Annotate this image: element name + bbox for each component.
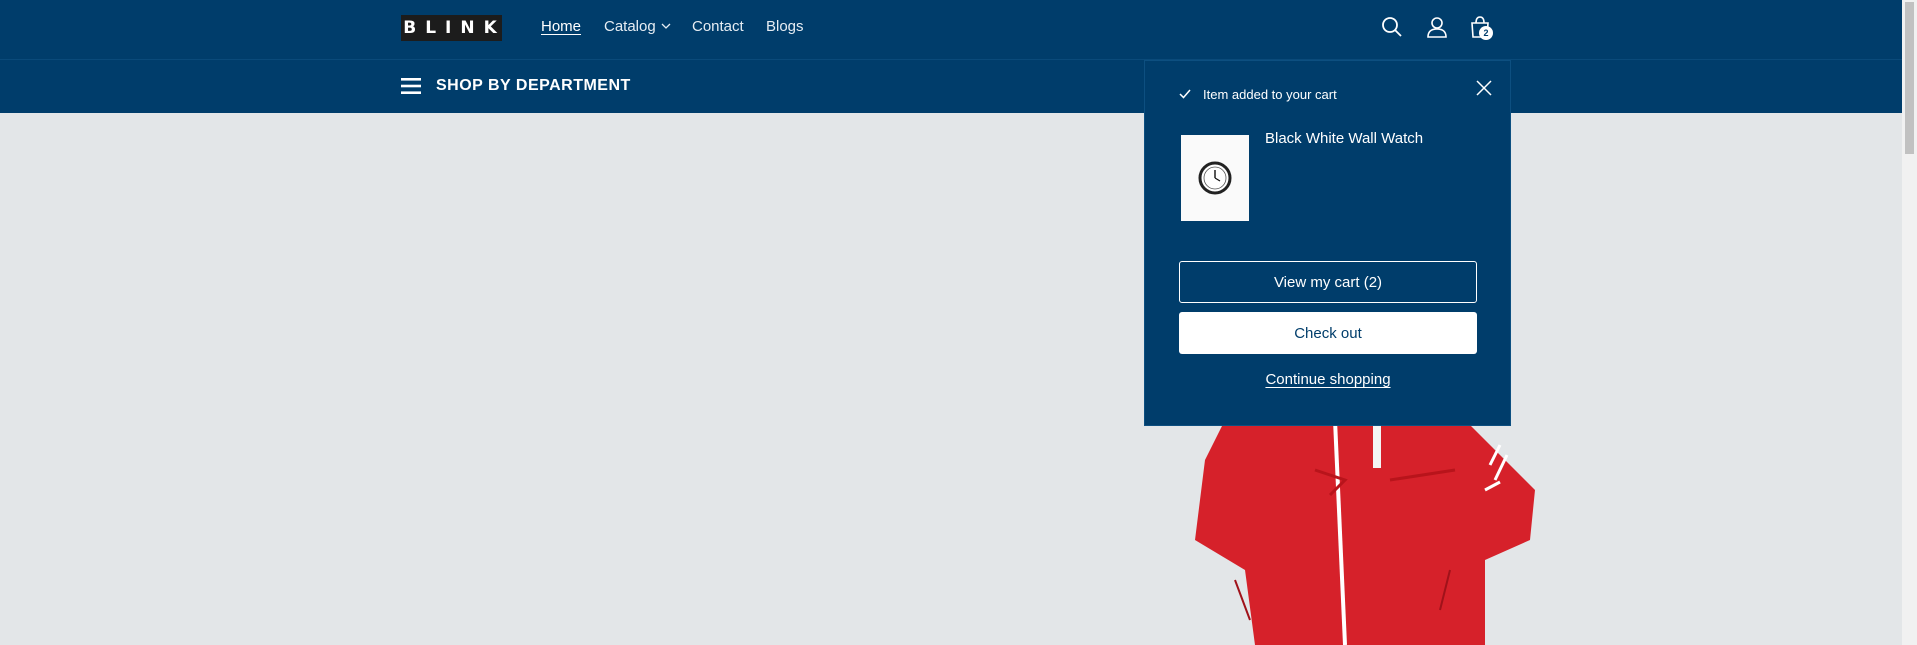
nav-catalog[interactable]: Catalog [604,18,656,35]
nav-blogs[interactable]: Blogs [766,18,804,35]
hero-jacket-image [1195,420,1535,645]
hamburger-icon[interactable] [401,77,421,95]
chevron-down-icon[interactable] [661,22,671,30]
continue-shopping-link[interactable]: Continue shopping [1179,371,1477,388]
department-bar [0,60,1902,113]
shop-by-department-button[interactable]: SHOP BY DEPARTMENT [436,77,631,95]
wall-clock-icon [1198,161,1232,195]
product-name[interactable]: Black White Wall Watch [1265,130,1423,147]
header-bar [0,0,1902,60]
search-icon[interactable] [1378,13,1406,41]
cart-status-text: Item added to your cart [1203,87,1337,102]
nav-contact[interactable]: Contact [692,18,744,35]
view-cart-button[interactable]: View my cart (2) [1179,261,1477,303]
close-icon[interactable] [1475,79,1493,97]
cart-count-badge: 2 [1479,26,1493,40]
account-icon[interactable] [1423,13,1451,41]
checkout-button[interactable]: Check out [1179,312,1477,354]
nav-home[interactable]: Home [541,18,581,35]
scrollbar-thumb[interactable] [1905,2,1914,154]
product-thumbnail [1181,135,1249,221]
check-icon [1179,89,1191,99]
site-logo[interactable]: BLINK [401,15,502,41]
